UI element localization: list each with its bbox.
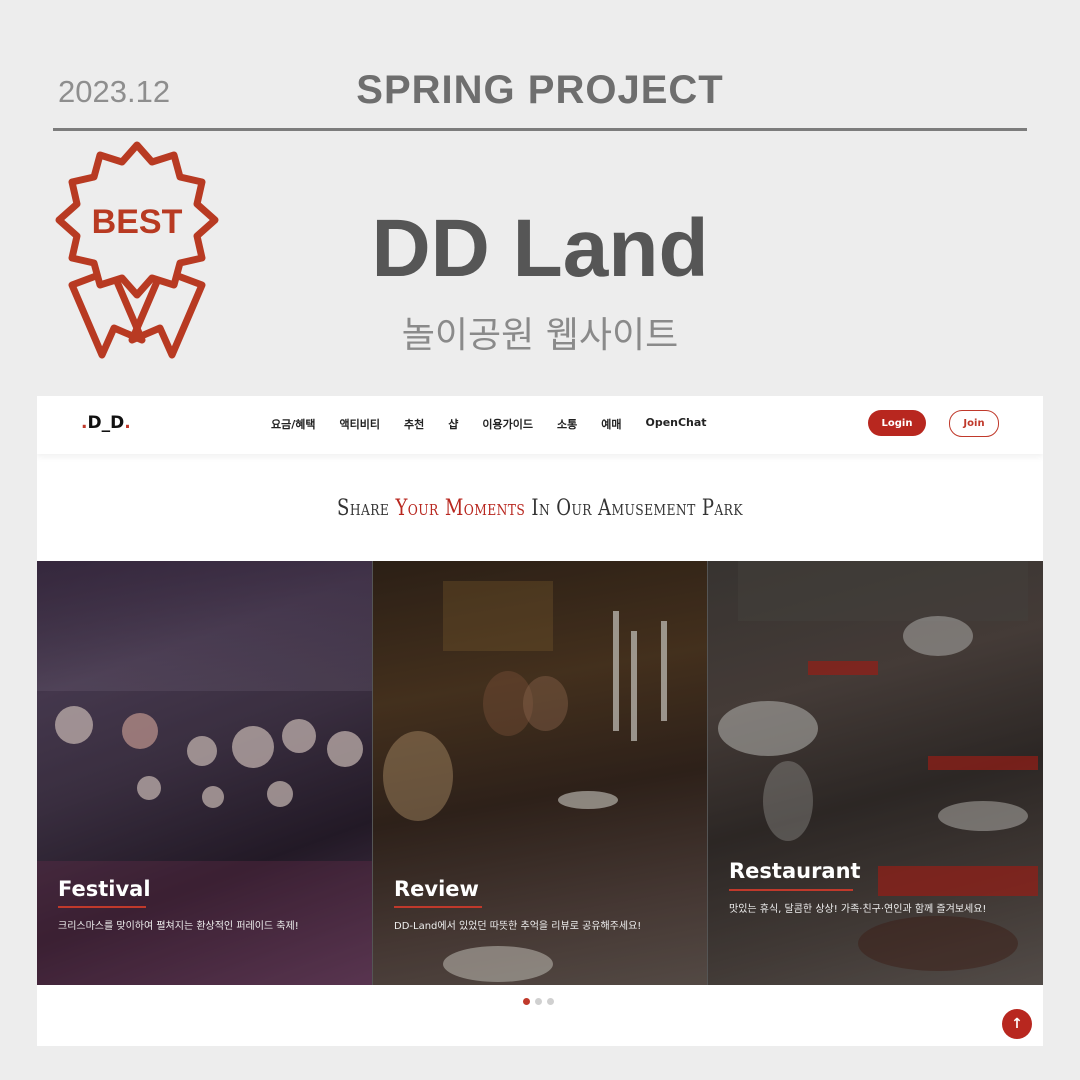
festival-title: Festival bbox=[58, 877, 151, 901]
festival-text: 크리스마스를 맞이하여 펼쳐지는 환상적인 퍼레이드 축제! bbox=[58, 921, 299, 932]
site-navbar: .D_D. 요금/혜택 액티비티 추천 샵 이용가이드 소통 예매 OpenCh… bbox=[37, 396, 1043, 454]
carousel-pager bbox=[523, 998, 554, 1005]
menu-item-guide[interactable]: 이용가이드 bbox=[482, 416, 533, 432]
festival-underline bbox=[58, 906, 146, 908]
headline-part3: In Our Amusement Park bbox=[525, 496, 743, 521]
review-underline bbox=[394, 906, 482, 908]
restaurant-title: Restaurant bbox=[729, 859, 861, 883]
scroll-top-button[interactable]: ↑ bbox=[1002, 1009, 1032, 1039]
headline-highlight: Your Moments bbox=[395, 496, 526, 521]
menu-item-booking[interactable]: 예매 bbox=[601, 416, 621, 432]
menu-item-pricing[interactable]: 요금/혜택 bbox=[271, 416, 316, 432]
menu-item-recommend[interactable]: 추천 bbox=[404, 416, 424, 432]
pager-dot[interactable] bbox=[547, 998, 554, 1005]
page-subtitle: 놀이공원 웹사이트 bbox=[401, 315, 679, 356]
arrow-up-icon: ↑ bbox=[1011, 1016, 1023, 1032]
review-panel[interactable]: Review DD-Land에서 있었던 따뜻한 추억을 리뷰로 공유해주세요! bbox=[372, 561, 707, 985]
menu-item-shop[interactable]: 샵 bbox=[448, 416, 458, 432]
restaurant-text: 맛있는 휴식, 달콤한 상상! 가족·친구·연인과 함께 즐겨보세요! bbox=[729, 904, 987, 915]
menu-item-openchat[interactable]: OpenChat bbox=[645, 416, 706, 432]
project-label: SPRING PROJECT bbox=[356, 68, 724, 112]
menu-item-activity[interactable]: 액티비티 bbox=[340, 416, 380, 432]
restaurant-underline bbox=[729, 889, 853, 891]
page-title: DD Land bbox=[371, 203, 709, 294]
site-logo[interactable]: .D_D. bbox=[81, 413, 131, 433]
headline-part1: Share bbox=[337, 496, 396, 521]
menu-item-community[interactable]: 소통 bbox=[557, 416, 577, 432]
pager-dot[interactable] bbox=[535, 998, 542, 1005]
divider bbox=[53, 128, 1027, 131]
review-title: Review bbox=[394, 877, 479, 901]
feature-panels: Festival 크리스마스를 맞이하여 펼쳐지는 환상적인 퍼레이드 축제! … bbox=[37, 561, 1043, 985]
pager-dot[interactable] bbox=[523, 998, 530, 1005]
restaurant-panel[interactable]: Restaurant 맛있는 휴식, 달콤한 상상! 가족·친구·연인과 함께 … bbox=[707, 561, 1043, 985]
login-button[interactable]: Login bbox=[868, 410, 926, 436]
hero-headline: Share Your Moments In Our Amusement Park bbox=[128, 496, 953, 521]
festival-panel[interactable]: Festival 크리스마스를 맞이하여 펼쳐지는 환상적인 퍼레이드 축제! bbox=[37, 561, 372, 985]
website-screenshot: .D_D. 요금/혜택 액티비티 추천 샵 이용가이드 소통 예매 OpenCh… bbox=[37, 396, 1043, 1046]
review-text: DD-Land에서 있었던 따뜻한 추억을 리뷰로 공유해주세요! bbox=[394, 921, 642, 932]
main-menu: 요금/혜택 액티비티 추천 샵 이용가이드 소통 예매 OpenChat bbox=[271, 416, 731, 432]
join-button[interactable]: Join bbox=[949, 410, 999, 437]
